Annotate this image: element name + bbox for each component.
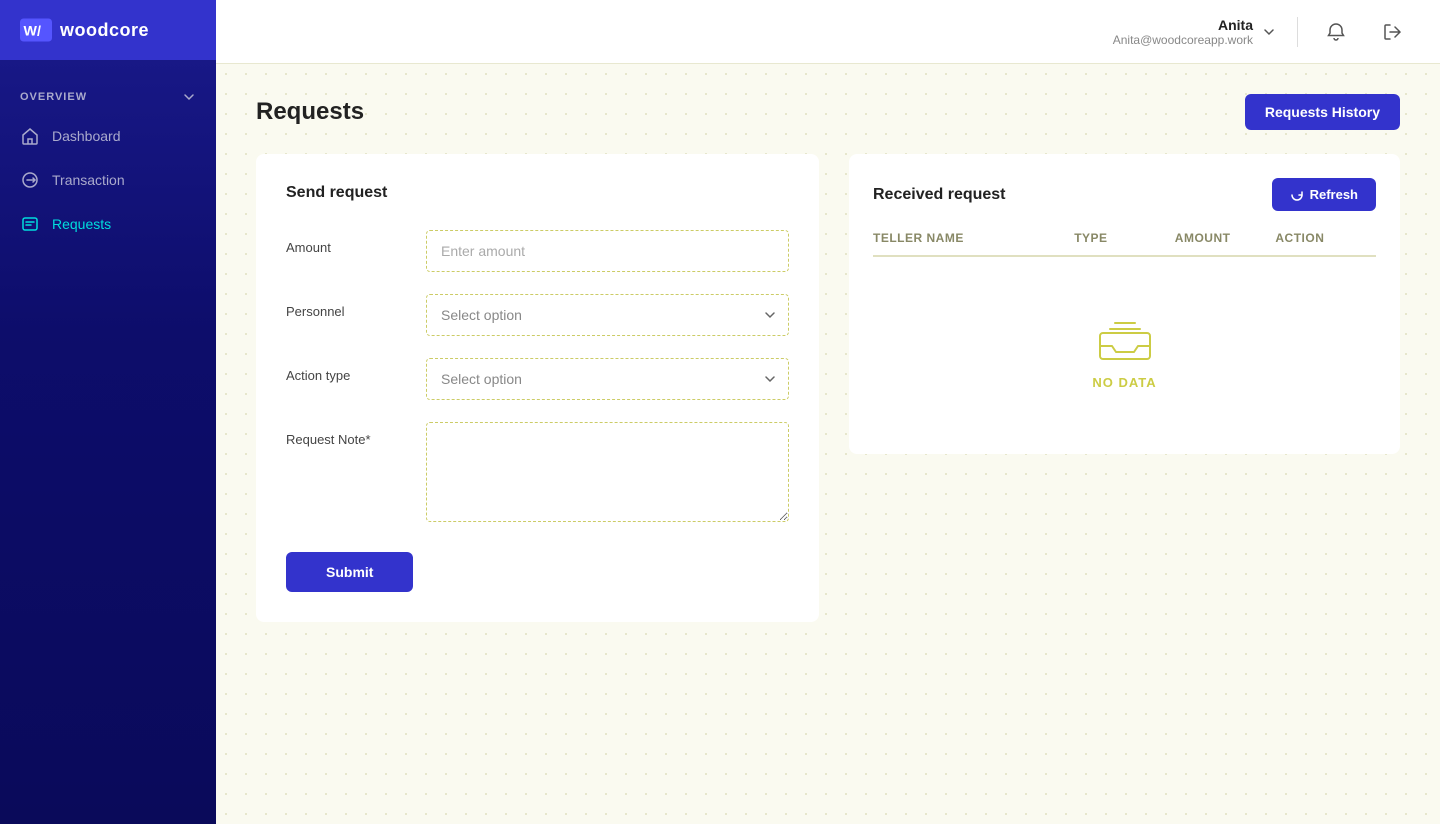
requests-history-label: Requests History	[1265, 104, 1380, 120]
received-request-title: Received request	[873, 186, 1006, 204]
user-info: Anita Anita@woodcoreapp.work	[1113, 17, 1253, 47]
logout-button[interactable]	[1374, 14, 1410, 50]
sidebar-item-transaction-label: Transaction	[52, 172, 125, 188]
refresh-icon	[1290, 188, 1304, 202]
personnel-group: Personnel Select option	[286, 294, 789, 336]
header-divider	[1297, 17, 1298, 47]
amount-input[interactable]	[426, 230, 789, 272]
action-type-label: Action type	[286, 358, 406, 383]
notification-button[interactable]	[1318, 14, 1354, 50]
request-note-label: Request Note*	[286, 422, 406, 447]
received-request-panel: Received request Refresh TELLER NAME TYP…	[849, 154, 1400, 454]
personnel-select-wrapper: Select option	[426, 294, 789, 336]
sidebar-logo: W/ woodcore	[0, 0, 216, 60]
personnel-select[interactable]: Select option	[426, 294, 789, 336]
requests-icon	[20, 214, 40, 234]
home-icon	[20, 126, 40, 146]
sidebar-section-label: OVERVIEW	[20, 91, 87, 103]
sidebar-section-overview[interactable]: OVERVIEW	[0, 80, 216, 114]
username: Anita	[1113, 17, 1253, 33]
page-title: Requests	[256, 98, 364, 126]
request-note-group: Request Note*	[286, 422, 789, 522]
col-teller-name: TELLER NAME	[873, 231, 1074, 245]
request-note-textarea[interactable]	[426, 422, 789, 522]
page-header: Requests Requests History	[256, 94, 1400, 130]
action-type-select[interactable]: Select option	[426, 358, 789, 400]
amount-group: Amount	[286, 230, 789, 272]
no-data-container: NO DATA	[873, 273, 1376, 430]
transaction-icon	[20, 170, 40, 190]
main-area: Anita Anita@woodcoreapp.work Requests	[216, 0, 1440, 824]
action-type-group: Action type Select option	[286, 358, 789, 400]
submit-button[interactable]: Submit	[286, 552, 413, 592]
sidebar-item-requests[interactable]: Requests	[0, 202, 216, 246]
amount-label: Amount	[286, 230, 406, 255]
sidebar: W/ woodcore OVERVIEW Dashboard	[0, 0, 216, 824]
app-name: woodcore	[60, 20, 149, 41]
col-amount: AMOUNT	[1175, 231, 1276, 245]
user-chevron-icon	[1261, 24, 1277, 40]
col-type: TYPE	[1074, 231, 1175, 245]
refresh-button[interactable]: Refresh	[1272, 178, 1376, 211]
chevron-down-icon	[182, 90, 196, 104]
user-email: Anita@woodcoreapp.work	[1113, 33, 1253, 47]
refresh-label: Refresh	[1310, 187, 1358, 202]
logo-icon: W/	[20, 18, 52, 42]
header: Anita Anita@woodcoreapp.work	[216, 0, 1440, 64]
user-menu[interactable]: Anita Anita@woodcoreapp.work	[1113, 17, 1277, 47]
svg-text:W/: W/	[24, 23, 41, 39]
logout-icon	[1382, 22, 1402, 42]
main-content: Requests Requests History Send request A…	[216, 64, 1440, 824]
sidebar-item-transaction[interactable]: Transaction	[0, 158, 216, 202]
bell-icon	[1326, 22, 1346, 42]
send-request-title: Send request	[286, 184, 789, 202]
send-request-panel: Send request Amount Personnel Select opt…	[256, 154, 819, 622]
table-header: TELLER NAME TYPE AMOUNT ACTION	[873, 231, 1376, 257]
received-request-header: Received request Refresh	[873, 178, 1376, 211]
sidebar-item-requests-label: Requests	[52, 216, 111, 232]
action-type-select-wrapper: Select option	[426, 358, 789, 400]
sidebar-item-dashboard[interactable]: Dashboard	[0, 114, 216, 158]
sidebar-nav: OVERVIEW Dashboard Transaction	[0, 60, 216, 824]
no-data-icon	[1095, 313, 1155, 363]
columns-container: Send request Amount Personnel Select opt…	[256, 154, 1400, 622]
requests-history-button[interactable]: Requests History	[1245, 94, 1400, 130]
sidebar-item-dashboard-label: Dashboard	[52, 128, 121, 144]
no-data-text: NO DATA	[1092, 375, 1156, 390]
personnel-label: Personnel	[286, 294, 406, 319]
col-action: ACTION	[1275, 231, 1376, 245]
